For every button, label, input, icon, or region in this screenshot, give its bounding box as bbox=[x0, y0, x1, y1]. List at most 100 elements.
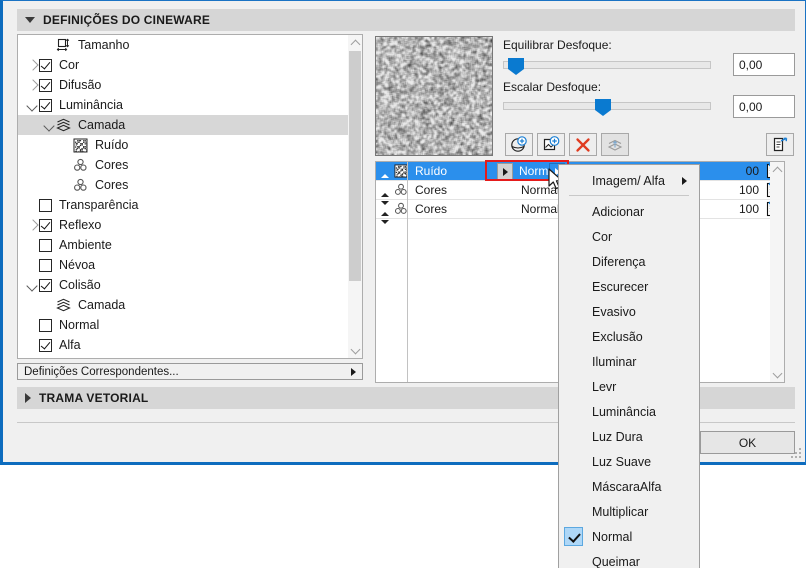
scroll-down-arrow-icon[interactable] bbox=[770, 367, 784, 382]
menu-item-escurecer[interactable]: Escurecer bbox=[559, 274, 699, 299]
menu-item-imagem-alfa[interactable]: Imagem/ Alfa bbox=[559, 168, 699, 193]
tree-item-ru-do[interactable]: Ruído bbox=[18, 135, 362, 155]
layer-name: Cores bbox=[415, 183, 448, 197]
scroll-down-arrow-icon[interactable] bbox=[348, 343, 362, 358]
tree-item-label: Camada bbox=[78, 118, 126, 132]
tree-item-camada[interactable]: Camada bbox=[18, 115, 362, 135]
tree-item-label: Normal bbox=[59, 318, 100, 332]
slider-handle[interactable] bbox=[508, 58, 524, 75]
menu-item-m-scaraalfa[interactable]: MáscaraAlfa bbox=[559, 474, 699, 499]
chevron-down-icon bbox=[25, 17, 35, 23]
material-channel-tree[interactable]: Tamanho Cor Difusão Luminância Camada Ruído Co… bbox=[17, 34, 363, 359]
delete-layer-button[interactable] bbox=[569, 133, 597, 156]
menu-item-diferen-a[interactable]: Diferença bbox=[559, 249, 699, 274]
tree-item-cores[interactable]: Cores bbox=[18, 155, 362, 175]
channel-checkbox[interactable] bbox=[39, 198, 52, 212]
menu-item-cor[interactable]: Cor bbox=[559, 224, 699, 249]
merge-layers-button[interactable] bbox=[601, 133, 629, 156]
escalar-desfoque-value[interactable]: 0,00 bbox=[733, 95, 795, 118]
tree-item-ambiente[interactable]: Ambiente bbox=[18, 235, 362, 255]
menu-item-normal[interactable]: Normal bbox=[559, 524, 699, 549]
layer-scrollbar[interactable] bbox=[770, 162, 784, 382]
matching-settings-button[interactable]: Definições Correspondentes... bbox=[17, 363, 363, 380]
tree-scrollbar[interactable] bbox=[348, 35, 362, 358]
tree-item-difus-o[interactable]: Difusão bbox=[18, 75, 362, 95]
menu-item-label: Imagem/ Alfa bbox=[592, 173, 665, 188]
chevron-down-icon[interactable] bbox=[43, 115, 56, 135]
menu-item-evasivo[interactable]: Evasivo bbox=[559, 299, 699, 324]
menu-item-lumin-ncia[interactable]: Luminância bbox=[559, 399, 699, 424]
x-delete-icon bbox=[576, 137, 590, 152]
chevron-right-icon[interactable] bbox=[26, 55, 39, 75]
channel-checkbox[interactable] bbox=[39, 98, 52, 112]
tree-item-label: Reflexo bbox=[59, 218, 102, 232]
tree-item-alfa[interactable]: Alfa bbox=[18, 335, 362, 355]
menu-item-exclus-o[interactable]: Exclusão bbox=[559, 324, 699, 349]
menu-item-label: Luz Suave bbox=[592, 454, 652, 469]
chevron-down-icon[interactable] bbox=[26, 95, 39, 115]
blend-mode-menu-items: Imagem/ Alfa Adicionar Cor Diferença Escurec… bbox=[559, 168, 699, 568]
tree-rows: Tamanho Cor Difusão Luminância Camada Ruído Co… bbox=[18, 35, 362, 355]
chevron-down-icon[interactable] bbox=[26, 275, 39, 295]
menu-item-adicionar[interactable]: Adicionar bbox=[559, 199, 699, 224]
layer-expand-button[interactable] bbox=[497, 162, 513, 180]
blend-mode-menu[interactable]: Imagem/ Alfa Adicionar Cor Diferença Escurec… bbox=[558, 164, 700, 568]
noise-icon bbox=[394, 164, 408, 178]
tree-item-n-voa[interactable]: Névoa bbox=[18, 255, 362, 275]
tree-item-cor[interactable]: Cor bbox=[18, 55, 362, 75]
equilibrar-desfoque-value[interactable]: 0,00 bbox=[733, 53, 795, 76]
channel-checkbox[interactable] bbox=[39, 58, 52, 72]
tree-item-camada[interactable]: Camada bbox=[18, 295, 362, 315]
tree-item-reflexo[interactable]: Reflexo bbox=[18, 215, 362, 235]
tree-item-normal[interactable]: Normal bbox=[18, 315, 362, 335]
scrollbar-thumb[interactable] bbox=[349, 51, 361, 281]
menu-item-label: Escurecer bbox=[592, 279, 649, 294]
chevron-right-icon[interactable] bbox=[26, 75, 39, 95]
channel-checkbox[interactable] bbox=[39, 338, 52, 352]
tree-item-label: Cores bbox=[95, 158, 129, 172]
tree-item-tamanho[interactable]: Tamanho bbox=[18, 35, 362, 55]
menu-item-queimar[interactable]: Queimar bbox=[559, 549, 699, 568]
ok-button[interactable]: OK bbox=[700, 431, 795, 454]
menu-item-multiplicar[interactable]: Multiplicar bbox=[559, 499, 699, 524]
tree-item-lumin-ncia[interactable]: Luminância bbox=[18, 95, 362, 115]
menu-item-luz-suave[interactable]: Luz Suave bbox=[559, 449, 699, 474]
scroll-up-arrow-icon[interactable] bbox=[770, 162, 784, 177]
shader-preview-thumbnail[interactable] bbox=[375, 36, 493, 156]
tree-item-transpar-ncia[interactable]: Transparência bbox=[18, 195, 362, 215]
channel-checkbox[interactable] bbox=[39, 238, 52, 252]
colors-icon bbox=[394, 202, 407, 214]
menu-item-iluminar[interactable]: Iluminar bbox=[559, 349, 699, 374]
channel-checkbox[interactable] bbox=[39, 258, 52, 272]
menu-item-levr[interactable]: Levr bbox=[559, 374, 699, 399]
export-shader-button[interactable] bbox=[766, 133, 794, 156]
tree-item-cores[interactable]: Cores bbox=[18, 175, 362, 195]
chevron-right-icon[interactable] bbox=[26, 215, 39, 235]
channel-checkbox[interactable] bbox=[39, 78, 52, 92]
channel-checkbox[interactable] bbox=[39, 218, 52, 232]
menu-item-luz-dura[interactable]: Luz Dura bbox=[559, 424, 699, 449]
add-shader-button[interactable] bbox=[505, 133, 533, 156]
tree-item-colis-o[interactable]: Colisão bbox=[18, 275, 362, 295]
channel-checkbox[interactable] bbox=[39, 318, 52, 332]
section-header-cineware[interactable]: DEFINIÇÕES DO CINEWARE bbox=[17, 9, 795, 31]
tree-item-label: Cor bbox=[59, 58, 80, 72]
layer-name: Ruído bbox=[415, 164, 448, 178]
menu-item-label: Luz Dura bbox=[592, 429, 643, 444]
escalar-desfoque-label: Escalar Desfoque: bbox=[503, 80, 602, 94]
add-image-button[interactable] bbox=[537, 133, 565, 156]
menu-item-label: Iluminar bbox=[592, 354, 637, 369]
slider-handle[interactable] bbox=[595, 99, 611, 116]
channel-checkbox[interactable] bbox=[39, 278, 52, 292]
screen: DEFINIÇÕES DO CINEWARE Tamanho Cor Difusão… bbox=[0, 0, 806, 568]
slider-handle-body bbox=[508, 58, 524, 69]
tree-item-label: Tamanho bbox=[78, 38, 130, 52]
scroll-up-arrow-icon[interactable] bbox=[348, 35, 362, 50]
escalar-desfoque-slider[interactable] bbox=[503, 99, 711, 116]
equilibrar-desfoque-slider[interactable] bbox=[503, 58, 711, 75]
resize-grip[interactable] bbox=[789, 446, 801, 458]
tree-item-label: Transparência bbox=[59, 198, 139, 212]
